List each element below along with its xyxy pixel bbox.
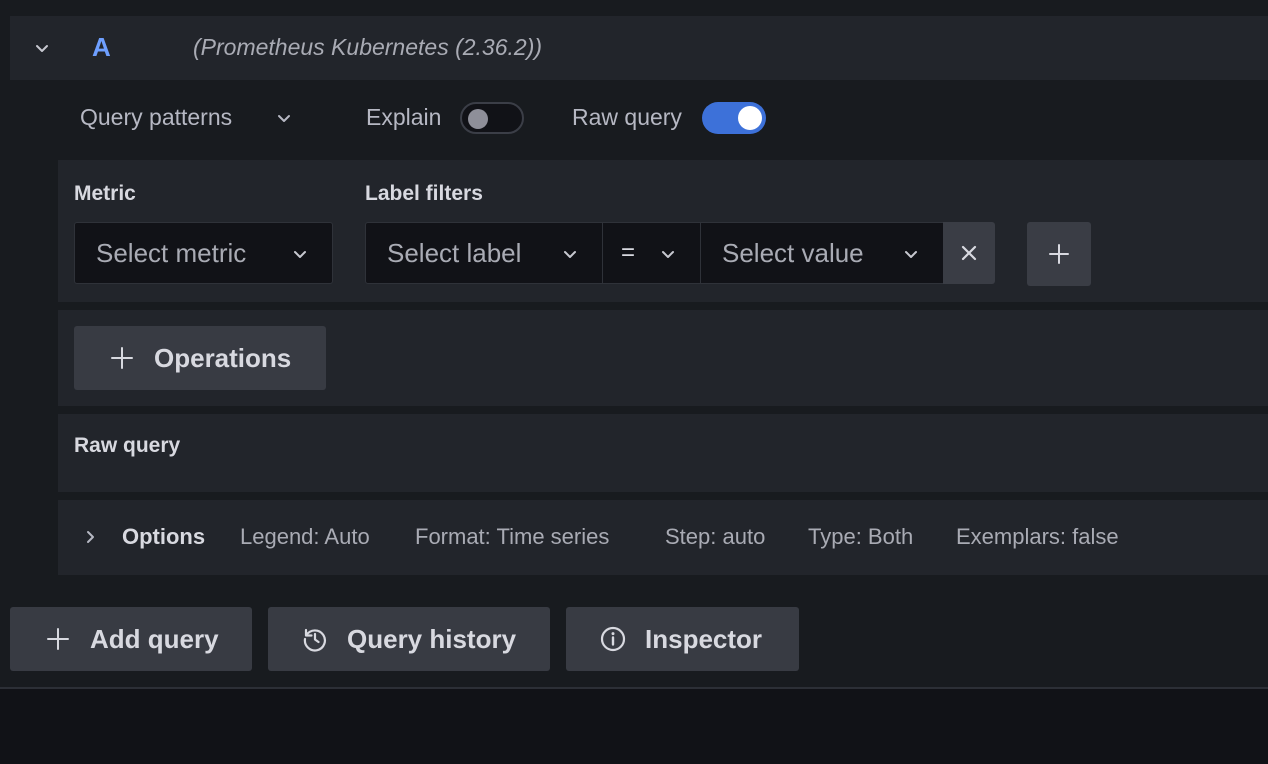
toggle-knob <box>738 106 762 130</box>
history-icon <box>301 625 329 653</box>
raw-query-panel: Raw query <box>58 414 1268 492</box>
label-select[interactable]: Select label <box>365 222 603 284</box>
options-title[interactable]: Options <box>122 524 205 550</box>
operator-select[interactable]: = <box>602 222 701 284</box>
footer-area <box>0 689 1268 764</box>
label-filters-section-label: Label filters <box>365 182 483 205</box>
metric-filters-panel: Metric Label filters Select metric Selec… <box>58 160 1268 302</box>
option-type: Type: Both <box>808 524 914 549</box>
collapse-chevron-icon[interactable] <box>32 38 52 58</box>
value-select[interactable]: Select value <box>700 222 944 284</box>
plus-icon <box>1049 244 1069 264</box>
value-select-placeholder: Select value <box>722 237 864 268</box>
inspector-label: Inspector <box>645 623 763 654</box>
explain-toggle[interactable] <box>460 102 524 134</box>
option-step: Step: auto <box>665 524 766 549</box>
chevron-down-icon <box>290 244 310 264</box>
label-select-placeholder: Select label <box>387 237 522 268</box>
options-panel[interactable]: Options Legend: Auto Format: Time series… <box>58 500 1268 575</box>
chevron-down-icon <box>901 244 921 264</box>
explain-label: Explain <box>366 104 442 130</box>
operations-button-label: Operations <box>154 342 292 373</box>
metric-section-label: Metric <box>74 182 136 205</box>
toggle-knob <box>468 109 488 129</box>
add-filter-button[interactable] <box>1027 222 1091 286</box>
query-ref-id[interactable]: A <box>92 32 111 63</box>
option-exemplars: Exemplars: false <box>956 524 1119 549</box>
metric-select[interactable]: Select metric <box>74 222 333 284</box>
query-history-button[interactable]: Query history <box>268 607 550 671</box>
query-patterns-label[interactable]: Query patterns <box>80 104 232 131</box>
query-patterns-chevron-icon[interactable] <box>274 108 294 128</box>
option-format: Format: Time series <box>415 524 610 549</box>
inspector-button[interactable]: Inspector <box>566 607 799 671</box>
chevron-right-icon[interactable] <box>80 527 100 547</box>
chevron-down-icon <box>560 244 580 264</box>
add-operation-button[interactable]: Operations <box>74 326 326 390</box>
raw-query-title: Raw query <box>74 434 181 457</box>
query-toolbar: Query patterns Explain Raw query <box>0 96 1268 140</box>
chevron-down-icon <box>658 244 678 264</box>
close-icon <box>961 245 977 261</box>
remove-filter-button[interactable] <box>943 222 995 284</box>
datasource-name: (Prometheus Kubernetes (2.36.2)) <box>193 34 543 60</box>
add-query-label: Add query <box>90 623 219 654</box>
add-query-button[interactable]: Add query <box>10 607 252 671</box>
operations-panel: Operations <box>58 310 1268 406</box>
query-row-header: A (Prometheus Kubernetes (2.36.2)) <box>10 16 1268 80</box>
metric-select-placeholder: Select metric <box>96 237 247 268</box>
plus-icon <box>44 625 72 653</box>
info-icon <box>599 625 627 653</box>
option-legend: Legend: Auto <box>240 524 370 549</box>
raw-query-toggle[interactable] <box>702 102 766 134</box>
query-editor: A (Prometheus Kubernetes (2.36.2)) Query… <box>0 0 1268 764</box>
raw-query-label: Raw query <box>572 104 682 130</box>
query-history-label: Query history <box>347 623 517 654</box>
plus-icon <box>108 344 136 372</box>
operator-value: = <box>621 239 636 266</box>
